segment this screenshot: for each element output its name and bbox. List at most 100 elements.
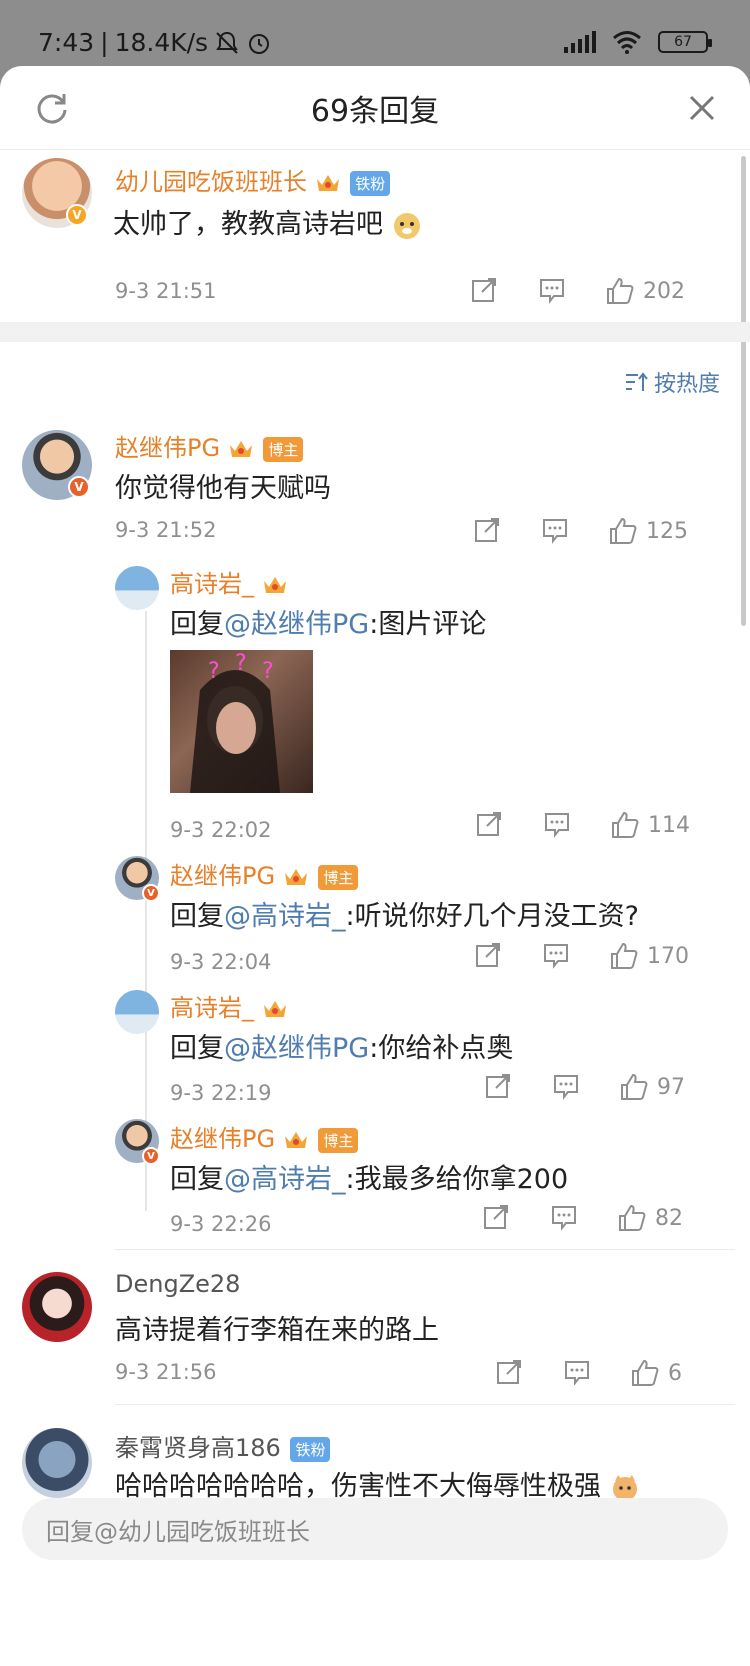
- comment-image[interactable]: ? ? ?: [170, 650, 313, 793]
- scrollbar[interactable]: [741, 156, 746, 626]
- status-right: 67: [564, 30, 712, 54]
- avatar[interactable]: [115, 566, 159, 610]
- sort-icon: [625, 372, 648, 391]
- sort-by-hot-button[interactable]: 按热度: [624, 366, 720, 398]
- share-button[interactable]: [474, 941, 502, 969]
- reply-button[interactable]: [563, 1358, 591, 1386]
- comment-divider: [115, 1249, 735, 1250]
- like-button[interactable]: 114: [610, 810, 690, 840]
- username[interactable]: DengZe28: [115, 1270, 240, 1298]
- question-marks-sticker-icon: ? ? ?: [190, 651, 280, 793]
- thumbs-up-icon: [611, 942, 638, 969]
- blogger-badge: 博主: [318, 1127, 359, 1153]
- verified-badge-icon: V: [68, 476, 90, 498]
- status-separator: |: [100, 28, 109, 57]
- comment-text: 太帅了，教教高诗岩吧: [113, 202, 422, 241]
- share-button[interactable]: [495, 1358, 523, 1386]
- username[interactable]: 高诗岩_: [170, 988, 288, 1023]
- reply-button[interactable]: [552, 1072, 580, 1100]
- thumbs-up-icon: [632, 1359, 659, 1386]
- timestamp: 9-3 22:02: [170, 818, 272, 842]
- like-count: 114: [648, 812, 690, 838]
- timestamp: 9-3 21:51: [115, 279, 217, 303]
- share-icon: [472, 278, 496, 302]
- like-button[interactable]: 202: [605, 276, 685, 306]
- share-icon: [476, 943, 500, 967]
- battery-icon: 67: [658, 31, 712, 53]
- comment-icon: [554, 1075, 578, 1100]
- like-button[interactable]: 82: [617, 1203, 683, 1233]
- avatar[interactable]: [22, 1272, 92, 1342]
- comment-divider: [115, 1404, 735, 1405]
- timestamp: 9-3 22:26: [170, 1212, 272, 1236]
- status-left: 7:43 | 18.4K/s: [38, 28, 272, 57]
- verified-badge-icon: V: [66, 204, 88, 226]
- like-count: 202: [643, 278, 685, 304]
- reply-button[interactable]: [543, 810, 571, 838]
- like-count: 170: [647, 943, 689, 969]
- reply-button[interactable]: [550, 1203, 578, 1231]
- reply-text: 回复@高诗岩_:听说你好几个月没工资?: [170, 901, 639, 932]
- fan-badge: 铁粉: [290, 1436, 331, 1462]
- verified-badge-icon: V: [142, 884, 160, 902]
- blogger-badge: 博主: [318, 864, 359, 890]
- like-button[interactable]: 125: [608, 516, 688, 546]
- wifi-icon: [613, 31, 641, 54]
- username[interactable]: 赵继伟PG 博主: [170, 1119, 359, 1154]
- crown-icon: [284, 1132, 307, 1148]
- mute-bell-icon: [216, 31, 238, 54]
- share-button[interactable]: [475, 810, 503, 838]
- close-icon[interactable]: [682, 88, 722, 128]
- username[interactable]: 赵继伟PG 博主: [170, 856, 359, 891]
- timestamp: 9-3 22:04: [170, 950, 272, 974]
- like-count: 82: [655, 1205, 683, 1231]
- comment-icon: [545, 813, 569, 838]
- crown-icon: [284, 869, 307, 885]
- mention-link[interactable]: @赵继伟PG: [224, 1033, 369, 1064]
- svg-text:?: ?: [208, 659, 220, 684]
- username[interactable]: 秦霄贤身高186 铁粉: [115, 1428, 331, 1463]
- share-button[interactable]: [484, 1072, 512, 1100]
- comment-icon: [552, 1206, 576, 1231]
- like-button[interactable]: 6: [630, 1358, 682, 1388]
- username[interactable]: 赵继伟PG 博主: [115, 428, 304, 463]
- reply-input[interactable]: 回复@幼儿园吃饭班班长: [22, 1498, 728, 1560]
- refresh-icon[interactable]: [32, 88, 72, 128]
- mention-link[interactable]: @赵继伟PG: [224, 609, 369, 640]
- status-time: 7:43: [38, 28, 95, 57]
- blogger-badge: 博主: [263, 436, 304, 462]
- share-icon: [484, 1205, 508, 1229]
- username[interactable]: 高诗岩_: [170, 564, 288, 599]
- like-count: 125: [646, 518, 688, 544]
- share-button[interactable]: [473, 516, 501, 544]
- reply-button[interactable]: [538, 276, 566, 304]
- mention-link[interactable]: @高诗岩_: [224, 1164, 346, 1195]
- timestamp: 9-3 21:56: [115, 1360, 217, 1384]
- replies-sheet: 69条回复 V 幼儿园吃饭班班长 铁粉 太帅了，教教高诗岩吧 9-3 21:51…: [0, 66, 750, 1666]
- share-button[interactable]: [482, 1203, 510, 1231]
- status-bar: 7:43 | 18.4K/s 67: [0, 0, 750, 70]
- mention-link[interactable]: @高诗岩_: [224, 901, 346, 932]
- crown-icon: [316, 175, 339, 191]
- reply-text: 回复@赵继伟PG:图片评论: [170, 609, 487, 640]
- section-divider: [0, 322, 750, 342]
- crown-icon: [263, 577, 286, 593]
- avatar[interactable]: [115, 990, 159, 1034]
- crown-icon: [229, 441, 252, 457]
- reply-button[interactable]: [542, 941, 570, 969]
- thumbs-up-icon: [621, 1073, 648, 1100]
- comment-text: 高诗提着行李箱在来的路上: [115, 1315, 439, 1346]
- thumbs-up-icon: [612, 811, 639, 838]
- like-button[interactable]: 97: [619, 1072, 685, 1102]
- verified-badge-icon: V: [142, 1147, 160, 1165]
- reply-button[interactable]: [541, 516, 569, 544]
- like-button[interactable]: 170: [609, 941, 689, 971]
- comment-icon: [543, 519, 567, 544]
- username[interactable]: 幼儿园吃饭班班长 铁粉: [115, 162, 391, 197]
- share-icon: [477, 812, 501, 836]
- timestamp: 9-3 21:52: [115, 518, 217, 542]
- thumbs-up-icon: [610, 517, 637, 544]
- avatar[interactable]: [22, 1428, 92, 1498]
- fan-badge: 铁粉: [350, 170, 391, 196]
- share-button[interactable]: [470, 276, 498, 304]
